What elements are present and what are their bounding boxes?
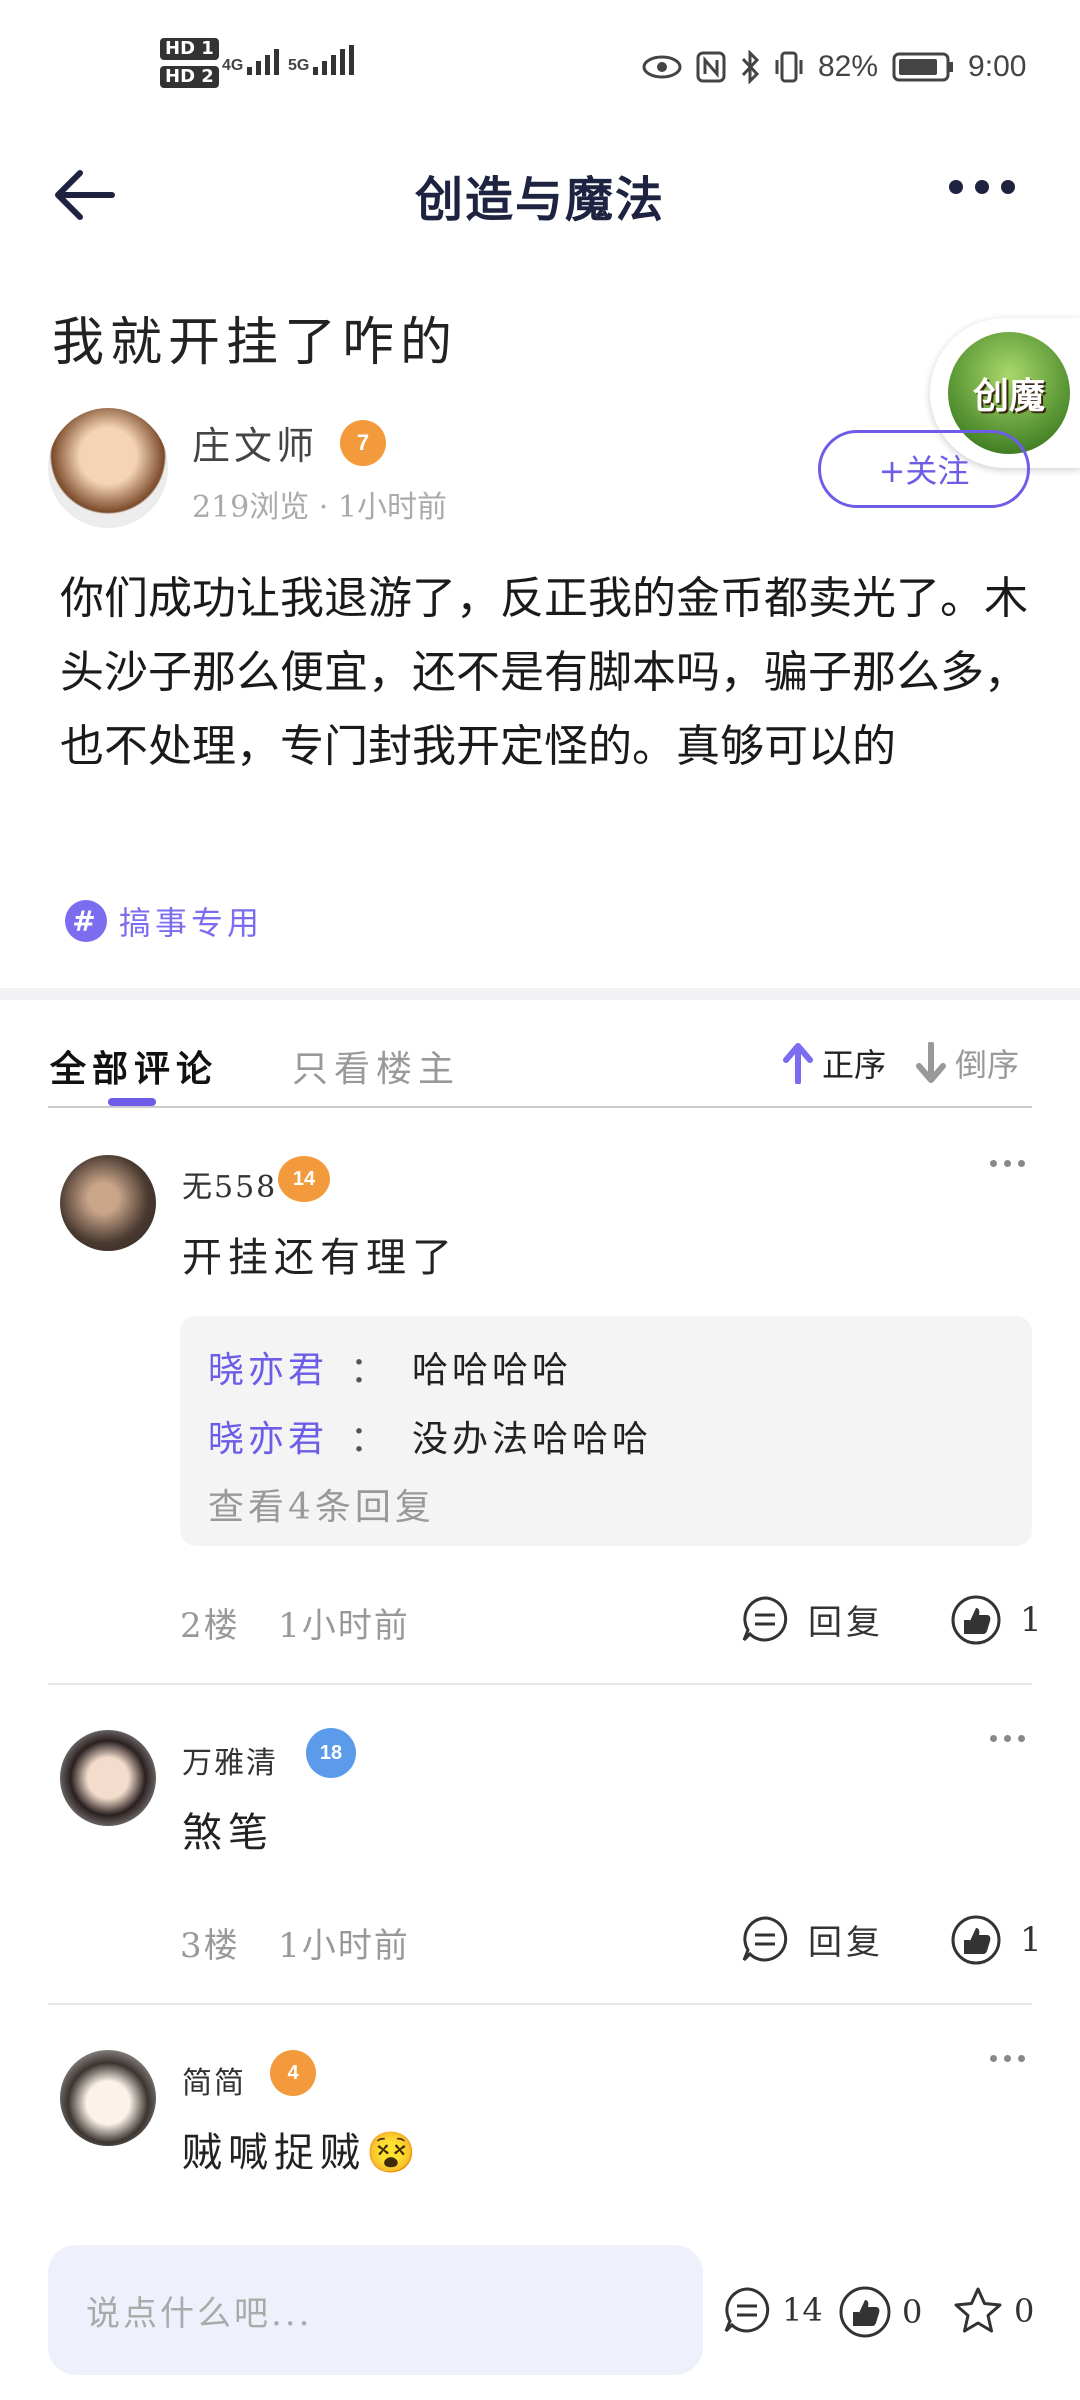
floor-number: 3楼 [180, 1926, 240, 1966]
section-divider [0, 988, 1080, 1000]
floor-number: 2楼 [180, 1606, 240, 1646]
follow-button[interactable]: +关注 [818, 430, 1030, 508]
author-avatar[interactable] [48, 408, 168, 528]
hashtag-icon: # [65, 900, 107, 942]
view-more-replies-link[interactable]: 查看4条回复 [208, 1478, 435, 1530]
nfc-icon [696, 51, 726, 83]
comment-avatar[interactable] [60, 1155, 156, 1251]
topic-tag-label: 搞事专用 [119, 904, 264, 942]
vibrate-icon [775, 51, 803, 83]
comment-more-button[interactable] [990, 1735, 1025, 1742]
comment-input[interactable]: 说点什么吧... [48, 2245, 703, 2375]
reply-item: 晓亦君：哈哈哈哈 [208, 1350, 573, 1391]
active-tab-indicator [108, 1098, 156, 1106]
post-body: 你们成功让我退游了，反正我的金币都卖光了。木头沙子那么便宜，还不是有脚本吗，骗子… [60, 573, 1028, 772]
sort-desc-button[interactable]: 倒序 [915, 1040, 1019, 1086]
reply-label: 回复 [808, 1602, 884, 1643]
dot-icon [975, 180, 989, 194]
comment-divider [48, 2003, 1032, 2005]
like-button[interactable]: 1 [950, 1914, 1046, 1966]
clock: 9:00 [968, 50, 1027, 83]
comment-text: 煞笔 [182, 1810, 274, 1856]
comment-text: 贼喊捉贼😵 [182, 2130, 422, 2176]
favorite-count: 0 [1014, 2292, 1035, 2330]
comment-more-button[interactable] [990, 2055, 1025, 2062]
reply-button[interactable]: 回复 [740, 1914, 884, 1964]
comment-more-button[interactable] [990, 1160, 1025, 1167]
comment-text: 开挂还有理了 [182, 1235, 458, 1281]
reply-button[interactable]: 回复 [740, 1594, 884, 1644]
thumbs-up-icon [951, 1595, 1001, 1645]
reply-preview-box[interactable]: 晓亦君：哈哈哈哈 晓亦君：没办法哈哈哈 查看4条回复 [180, 1316, 1032, 1546]
battery-icon [892, 52, 954, 82]
post-like-count: 0 [902, 2293, 923, 2331]
like-button[interactable]: 1 [950, 1594, 1046, 1646]
battery-percent: 82% [818, 50, 879, 83]
tab-all-comments[interactable]: 全部评论 [50, 1040, 218, 1092]
bluetooth-icon [741, 50, 760, 84]
sort-asc-label: 正序 [822, 1046, 887, 1084]
comment-level-badge: 4 [270, 2050, 316, 2096]
reply-text: 没办法哈哈哈 [412, 1419, 653, 1460]
comment-meta: 3楼 1小时前 [180, 1918, 410, 1967]
status-bar: HD 1 HD 2 4G 5G 82% 9:00 [0, 0, 1080, 130]
more-options-button[interactable] [949, 180, 1015, 194]
comment-author-name[interactable]: 无558 [182, 1162, 277, 1206]
network1-label: 4G [222, 57, 244, 74]
dot-icon [949, 180, 963, 194]
sort-desc-label: 倒序 [955, 1046, 1020, 1084]
reply-label: 回复 [808, 1922, 884, 1963]
comment-level-badge: 18 [306, 1728, 356, 1778]
author-name[interactable]: 庄文师 [192, 415, 318, 470]
thumbs-up-icon [839, 2286, 891, 2338]
tabs-divider [48, 1106, 1032, 1108]
star-icon [954, 2287, 1002, 2333]
topic-tag[interactable]: # 搞事专用 [65, 898, 263, 944]
comment-author-name[interactable]: 万雅清 [182, 1738, 278, 1782]
post-title: 我就开挂了咋的 [52, 313, 459, 373]
like-count: 1 [1020, 1920, 1046, 1960]
comment-divider [48, 1683, 1032, 1685]
comment-avatar[interactable] [60, 1730, 156, 1826]
reply-item: 晓亦君：没办法哈哈哈 [208, 1419, 653, 1460]
comments-count: 14 [782, 2291, 823, 2329]
sort-asc-button[interactable]: 正序 [782, 1040, 886, 1086]
arrow-down-icon [916, 1042, 946, 1083]
comment-level-badge: 14 [278, 1156, 330, 1202]
like-count: 1 [1020, 1600, 1046, 1640]
comment-time: 1小时前 [278, 1926, 410, 1966]
thumbs-up-icon [951, 1915, 1001, 1965]
hd1-indicator: HD 1 [160, 38, 219, 60]
arrow-up-icon [783, 1043, 813, 1084]
reply-text: 哈哈哈哈 [412, 1350, 573, 1391]
page-title: 创造与魔法 [414, 172, 665, 228]
eye-icon [642, 55, 682, 79]
post-like-button[interactable]: 0 [838, 2285, 922, 2339]
reply-author[interactable]: 晓亦君 [208, 1350, 328, 1391]
comment-avatar[interactable] [60, 2050, 156, 2146]
signal1-icon [247, 45, 280, 75]
comments-count-button[interactable]: 14 [722, 2285, 823, 2335]
author-level-badge: 7 [340, 420, 386, 466]
favorite-button[interactable]: 0 [952, 2285, 1034, 2337]
signal2-icon [313, 45, 355, 75]
dot-icon [1001, 180, 1015, 194]
hd2-indicator: HD 2 [160, 66, 219, 88]
comment-time: 1小时前 [278, 1606, 410, 1646]
comment-author-name[interactable]: 简简 [182, 2058, 246, 2102]
reply-author[interactable]: 晓亦君 [208, 1419, 328, 1460]
tab-owner-only[interactable]: 只看楼主 [292, 1040, 460, 1092]
post-meta: 219浏览 · 1小时前 [192, 490, 447, 525]
network2-label: 5G [288, 57, 310, 74]
comment-bubble-icon [742, 1916, 788, 1962]
comment-bubble-icon [742, 1596, 788, 1642]
comment-meta: 2楼 1小时前 [180, 1598, 410, 1647]
dizzy-emoji-icon: 😵 [366, 2130, 422, 2176]
comment-bubble-icon [724, 2287, 770, 2333]
